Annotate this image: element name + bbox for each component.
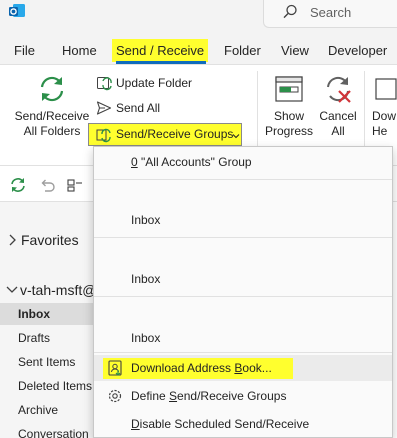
define-groups-label-post: end/Receive Groups (177, 389, 287, 403)
address-book-icon (108, 360, 122, 376)
tab-folder[interactable]: Folder (224, 43, 261, 58)
send-receive-all-line1: Send/Receive (14, 109, 90, 123)
download-address-book-label-pre: Download Address (131, 361, 235, 375)
chevron-down-icon (233, 134, 240, 139)
tab-developer[interactable]: Developer (328, 43, 387, 58)
menu-separator (94, 179, 392, 180)
redacted-account-name (144, 189, 344, 201)
update-folder-icon (97, 77, 112, 91)
cancel-sync-icon (327, 76, 351, 103)
search-placeholder: Search (310, 5, 352, 20)
update-folder-button[interactable]: Update Folder (94, 73, 192, 93)
folder-deleted-items[interactable]: Deleted Items (18, 379, 92, 393)
menu-item-define-groups[interactable]: Define Send/Receive Groups (94, 383, 392, 409)
send-receive-all-folders-button[interactable]: Send/Receive All Folders (14, 73, 90, 139)
menu-item-inbox-1[interactable]: Inbox (94, 207, 392, 233)
tab-view[interactable]: View (281, 43, 309, 58)
ribbon-tabs: File Home Send / Receive Folder View Dev… (0, 36, 397, 64)
show-progress-line2: Progress (264, 124, 314, 138)
chevron-down-icon (6, 286, 18, 293)
account-label: v-tah-msft@ (20, 282, 97, 298)
send-icon (96, 101, 112, 115)
chevron-right-icon (9, 234, 16, 246)
redacted-account-name (144, 247, 344, 259)
cancel-all-button[interactable]: Cancel All (316, 73, 360, 139)
menu-item-inbox-2[interactable]: Inbox (94, 266, 392, 292)
folder-sent-items[interactable]: Sent Items (18, 355, 75, 369)
update-folder-label: Update Folder (116, 76, 193, 90)
folder-archive[interactable]: Archive (18, 403, 58, 417)
all-accounts-group-label: "All Accounts" Group (137, 155, 252, 169)
send-all-button[interactable]: Send All (94, 98, 160, 118)
disable-scheduled-label: isable Scheduled Send/Receive (139, 417, 310, 431)
send-receive-groups-label: Send/Receive Groups (116, 127, 234, 141)
cancel-all-line1: Cancel (319, 109, 357, 123)
send-receive-groups-icon (96, 128, 111, 143)
menu-item-all-accounts-group[interactable]: 0 "All Accounts" Group (94, 149, 392, 175)
menu-item-inbox-3[interactable]: Inbox (94, 325, 392, 351)
progress-icon (275, 76, 303, 102)
download-headers-line1: Dow (372, 109, 397, 123)
menu-separator (94, 237, 392, 238)
send-receive-groups-button[interactable]: Send/Receive Groups (88, 123, 243, 146)
settings-gear-icon (108, 389, 122, 403)
menu-separator (94, 296, 392, 297)
title-bar: Search (0, 0, 397, 36)
favorites-header[interactable]: Favorites (8, 232, 79, 248)
download-headers-button[interactable]: Dow He (372, 73, 397, 139)
search-icon (283, 4, 297, 19)
favorites-label: Favorites (21, 232, 79, 248)
undo-icon[interactable] (38, 176, 56, 194)
send-all-label: Send All (116, 101, 161, 115)
folder-drafts[interactable]: Drafts (18, 331, 50, 345)
folder-conversation[interactable]: Conversation (18, 427, 89, 438)
disable-scheduled-accelerator: D (131, 417, 140, 431)
tab-send-receive[interactable]: Send / Receive (112, 39, 209, 62)
inbox-entry-label: Inbox (131, 331, 161, 345)
outlook-logo-icon (9, 4, 25, 17)
tab-file[interactable]: File (14, 43, 35, 58)
sync-icon[interactable] (9, 176, 27, 194)
inbox-entry-label: Inbox (131, 272, 161, 286)
download-headers-line2: He (372, 124, 388, 138)
account-header[interactable]: v-tah-msft@ (6, 282, 96, 298)
show-progress-button[interactable]: Show Progress (262, 73, 316, 139)
send-receive-all-line2: All Folders (23, 124, 81, 138)
cancel-all-line2: All (331, 124, 345, 138)
download-icon (375, 78, 397, 100)
show-progress-line1: Show (273, 109, 305, 123)
inbox-entry-label: Inbox (131, 213, 161, 227)
menu-item-disable-scheduled[interactable]: Disable Scheduled Send/Receive (94, 411, 392, 437)
define-groups-label-pre: Define (131, 389, 170, 403)
customize-toolbar-icon[interactable] (66, 176, 84, 194)
download-address-book-label-post: ook... (242, 361, 272, 375)
search-input[interactable]: Search (263, 0, 397, 28)
tab-home[interactable]: Home (62, 43, 97, 58)
send-receive-groups-menu: 0 "All Accounts" Group Inbox Inbox Inbox… (93, 146, 393, 438)
all-accounts-group-accelerator: 0 (131, 155, 138, 169)
sync-icon (40, 76, 64, 102)
define-groups-accelerator: S (169, 389, 178, 403)
menu-item-download-address-book[interactable]: Download Address Book... (94, 355, 392, 381)
menu-separator (94, 352, 392, 353)
